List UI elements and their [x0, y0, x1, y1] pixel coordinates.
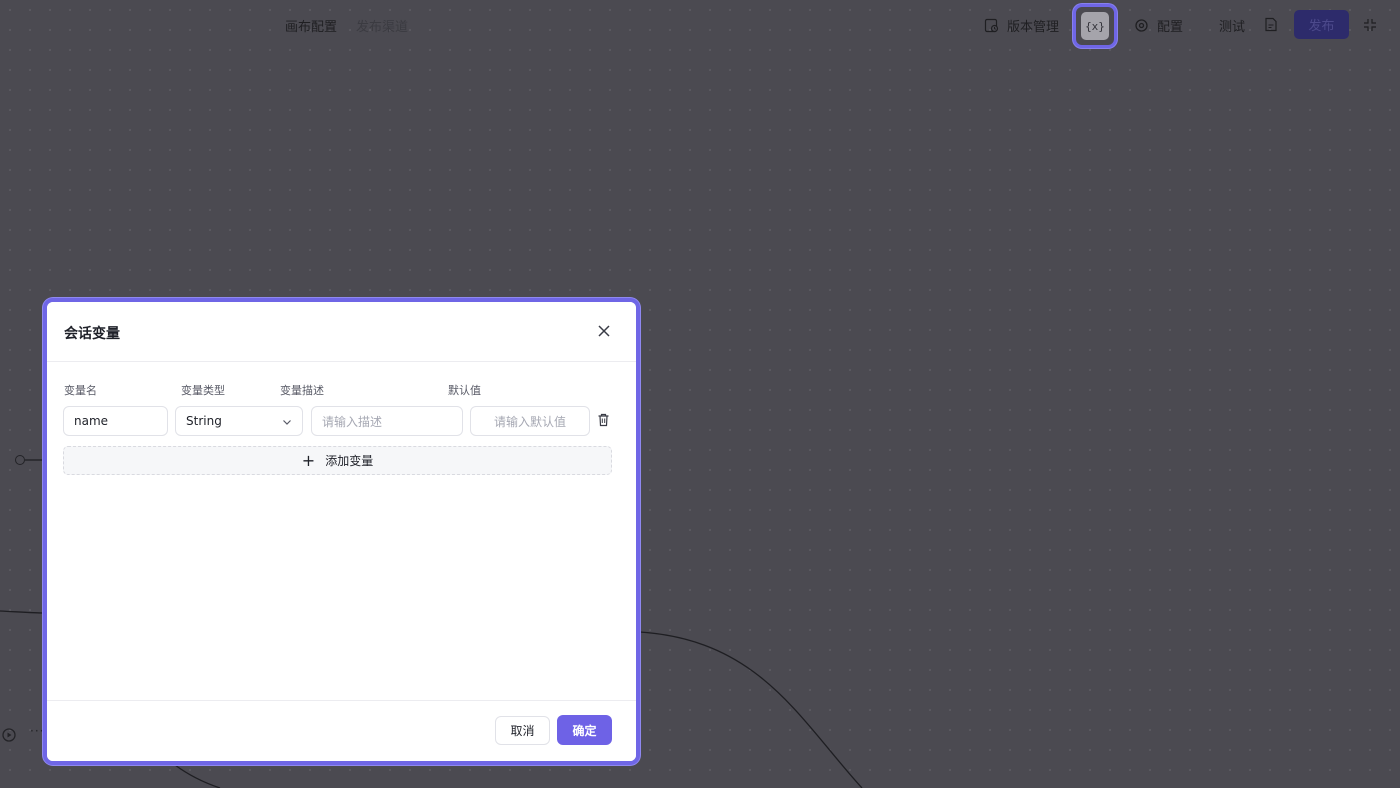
edge-bottom [174, 764, 221, 788]
cancel-button[interactable]: 取消 [495, 716, 550, 745]
doc-icon[interactable] [1264, 17, 1278, 32]
config-button[interactable]: 配置 [1134, 16, 1183, 35]
column-description-label: 变量描述 [280, 384, 324, 397]
top-bar: 画布配置 发布渠道 版本管理 {x} 配置 测试 发布 [0, 0, 1400, 50]
add-variable-label: 添加变量 [325, 454, 374, 468]
variable-type-select[interactable]: String [175, 406, 303, 436]
variable-name-value: name [74, 414, 109, 428]
config-label: 配置 [1157, 20, 1184, 35]
edge-right [639, 631, 863, 788]
variables-button[interactable]: {x} [1073, 4, 1117, 48]
version-icon [984, 18, 999, 33]
play-icon[interactable] [2, 728, 16, 742]
close-icon[interactable] [596, 323, 612, 339]
variables-icon: {x} [1081, 12, 1109, 40]
variable-description-input[interactable]: 请输入描述 [311, 406, 463, 436]
dialog-footer: 取消 确定 [47, 700, 636, 761]
trash-icon[interactable] [597, 413, 610, 427]
column-name-label: 变量名 [64, 384, 97, 397]
confirm-button[interactable]: 确定 [557, 715, 612, 745]
test-button[interactable]: 测试 [1219, 16, 1245, 35]
column-type-label: 变量类型 [181, 384, 225, 397]
chevron-down-icon [283, 420, 291, 425]
variable-default-input[interactable]: 请输入默认值 [470, 406, 590, 436]
dialog-title: 会话变量 [64, 326, 120, 342]
default-placeholder: 请输入默认值 [493, 414, 566, 429]
tab-publish-channel[interactable]: 发布渠道 [356, 16, 408, 35]
add-variable-button[interactable]: + 添加变量 [63, 446, 612, 475]
session-variables-dialog: 会话变量 变量名 变量类型 变量描述 默认值 name String 请输入描述… [43, 298, 640, 765]
variable-name-input[interactable]: name [63, 406, 168, 436]
collapse-icon[interactable] [1363, 18, 1377, 32]
column-default-label: 默认值 [448, 384, 481, 397]
gear-icon [1135, 19, 1148, 32]
plus-icon: + [301, 450, 316, 470]
publish-button[interactable]: 发布 [1294, 10, 1349, 39]
dialog-header: 会话变量 [47, 302, 636, 362]
dialog-body: 会话变量 变量名 变量类型 变量描述 默认值 name String 请输入描述… [47, 302, 636, 761]
edge-left [0, 610, 45, 614]
version-label: 版本管理 [1007, 20, 1060, 35]
description-placeholder: 请输入描述 [322, 414, 383, 429]
tab-canvas-config[interactable]: 画布配置 [285, 16, 337, 35]
variable-type-value: String [186, 414, 222, 428]
version-management-button[interactable]: 版本管理 [984, 16, 1059, 35]
node-handle[interactable] [15, 455, 25, 465]
